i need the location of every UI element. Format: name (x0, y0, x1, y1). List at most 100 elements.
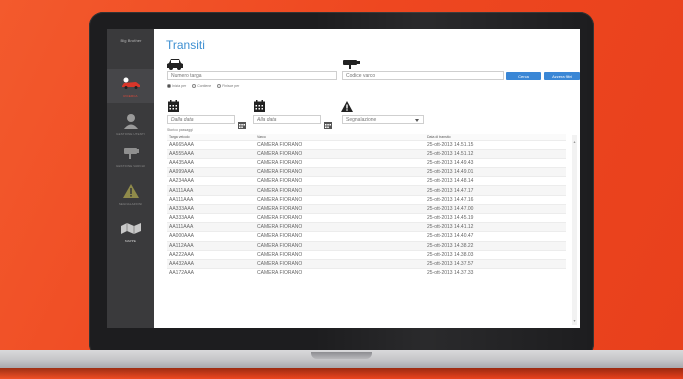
table-row[interactable]: AA111AAA CAMERA FIORANO 25-ott-2013 14.47.… (167, 185, 566, 196)
main-panel: Transiti Cerca Azzera filtri Inizia per … (154, 29, 580, 328)
laptop-shadow (0, 368, 683, 379)
plate-input[interactable] (167, 71, 337, 80)
table-row[interactable]: AA234AAA CAMERA FIORANO 25-ott-2013 14.48.… (167, 176, 566, 186)
report-select-value: Segnalazione (346, 117, 377, 123)
radio-dot (192, 84, 197, 88)
gate-cell: CAMERA FIORANO (255, 258, 425, 269)
date-cell: 25-ott-2013 14.49.43 (425, 157, 566, 168)
gate-cell: CAMERA FIORANO (255, 167, 425, 177)
table-row[interactable]: AA665AAA CAMERA FIORANO 25-ott-2013 14.51.… (167, 139, 566, 150)
plate-cell: AA222AAA (167, 249, 255, 260)
report-select[interactable]: Segnalazione (342, 115, 424, 124)
calendar-icon (168, 99, 179, 112)
radio-label: Finisce per (222, 84, 240, 88)
gate-cell: CAMERA FIORANO (255, 240, 425, 251)
plate-cell: AA333AAA (167, 212, 255, 223)
table-scrollbar[interactable]: ▴ ▾ (572, 135, 577, 325)
date-cell: 25-ott-2013 14.41.12 (425, 222, 566, 232)
date-from-picker-icon[interactable] (238, 116, 246, 129)
gate-cell: CAMERA FIORANO (255, 222, 425, 232)
date-cell: 25-ott-2013 14.47.16 (425, 194, 566, 205)
calendar-icon (254, 99, 265, 112)
gate-cell: CAMERA FIORANO (255, 185, 425, 196)
radio-dot (217, 84, 222, 88)
table-row[interactable]: AA172AAA CAMERA FIORANO 25-ott-2013 14.37.… (167, 268, 566, 278)
date-cell: 25-ott-2013 14.40.47 (425, 231, 566, 242)
table-row[interactable]: AA222AAA CAMERA FIORANO 25-ott-2013 14.38.… (167, 249, 566, 260)
reset-filters-button[interactable]: Azzera filtri (544, 72, 580, 80)
date-to-picker-icon[interactable] (324, 116, 332, 129)
gate-cell: CAMERA FIORANO (255, 139, 425, 150)
scroll-up-icon[interactable]: ▴ (572, 139, 577, 144)
laptop-notch (311, 352, 372, 359)
date-from-input[interactable] (167, 115, 235, 124)
table-row[interactable]: AA333AAA CAMERA FIORANO 25-ott-2013 14.45.… (167, 212, 566, 223)
date-cell: 25-ott-2013 14.37.57 (425, 258, 566, 269)
sidebar: Big Brother RICERCA GESTIONE UTENTI GEST… (107, 29, 154, 328)
warning-icon (341, 99, 353, 112)
sidebar-item-label: MAPPE (124, 238, 136, 243)
gate-cell: CAMERA FIORANO (255, 194, 425, 205)
radio-label: Inizia per (172, 84, 187, 88)
map-icon (120, 220, 142, 236)
table-row[interactable]: AA432AAA CAMERA FIORANO 25-ott-2013 14.37.… (167, 258, 566, 269)
car-icon (120, 75, 142, 91)
sidebar-item-label: RICERCA (123, 93, 138, 98)
gate-cell: CAMERA FIORANO (255, 231, 425, 242)
date-cell: 25-ott-2013 14.38.03 (425, 249, 566, 260)
table-row[interactable]: AA111AAA CAMERA FIORANO 25-ott-2013 14.41.… (167, 222, 566, 232)
radio-contiene[interactable]: Contiene (192, 84, 211, 88)
plate-cell: AA000AAA (167, 231, 255, 242)
laptop-base (0, 350, 683, 368)
sidebar-item-gestione-varchi[interactable]: GESTIONE VARCHI (107, 139, 154, 173)
sidebar-item-label: GESTIONE VARCHI (116, 163, 145, 168)
date-cell: 25-ott-2013 14.38.22 (425, 240, 566, 251)
radio-inizia-per[interactable]: Inizia per (167, 84, 186, 88)
plate-cell: AA999AAA (167, 167, 255, 177)
sidebar-item-label: SEGNALAZIONI (118, 201, 143, 206)
plate-cell: AA111AAA (167, 222, 255, 232)
table-row[interactable]: AA555AAA CAMERA FIORANO 25-ott-2013 14.51.… (167, 148, 566, 159)
search-button[interactable]: Cerca (506, 72, 541, 80)
date-cell: 25-ott-2013 14.49.01 (425, 167, 566, 177)
sidebar-item-ricerca[interactable]: RICERCA (107, 69, 154, 103)
plate-cell: AA435AAA (167, 157, 255, 168)
radio-finisce-per[interactable]: Finisce per (217, 84, 239, 88)
gate-cell: CAMERA FIORANO (255, 176, 425, 186)
date-cell: 25-ott-2013 14.51.15 (425, 139, 566, 150)
gate-cell: CAMERA FIORANO (255, 148, 425, 159)
table-row[interactable]: AA999AAA CAMERA FIORANO 25-ott-2013 14.49.… (167, 167, 566, 177)
scroll-down-icon[interactable]: ▾ (572, 318, 577, 323)
table-row[interactable]: AA435AAA CAMERA FIORANO 25-ott-2013 14.49.… (167, 157, 566, 168)
table-row[interactable]: AA333AAA CAMERA FIORANO 25-ott-2013 14.47.… (167, 203, 566, 214)
plate-cell: AA112AAA (167, 240, 255, 251)
transits-table: Targa veicolo Varco Data di transito AA6… (167, 134, 566, 278)
table-row[interactable]: AA111AAA CAMERA FIORANO 25-ott-2013 14.47.… (167, 194, 566, 205)
table-row[interactable]: AA000AAA CAMERA FIORANO 25-ott-2013 14.40.… (167, 231, 566, 242)
plate-cell: AA111AAA (167, 194, 255, 205)
plate-cell: AA333AAA (167, 203, 255, 214)
date-cell: 25-ott-2013 14.37.33 (425, 268, 566, 278)
sidebar-item-gestione-utenti[interactable]: GESTIONE UTENTI (107, 107, 154, 141)
screen: Big Brother RICERCA GESTIONE UTENTI GEST… (107, 29, 580, 328)
date-to-input[interactable] (253, 115, 321, 124)
brand-label: Big Brother (120, 38, 142, 43)
gate-cell: CAMERA FIORANO (255, 203, 425, 214)
gate-cell: CAMERA FIORANO (255, 249, 425, 260)
table-row[interactable]: AA112AAA CAMERA FIORANO 25-ott-2013 14.38.… (167, 240, 566, 251)
warning-icon (120, 183, 142, 199)
user-icon (120, 113, 142, 129)
scene: Big Brother RICERCA GESTIONE UTENTI GEST… (0, 0, 683, 379)
gate-cell: CAMERA FIORANO (255, 157, 425, 168)
sidebar-item-mappe[interactable]: MAPPE (107, 214, 154, 248)
history-label: Storico passaggi (167, 128, 193, 132)
camera-icon (120, 145, 142, 161)
radio-dot (167, 84, 171, 88)
match-mode-radios: Inizia per Contiene Finisce per (167, 84, 239, 88)
date-cell: 25-ott-2013 14.48.14 (425, 176, 566, 186)
table-body: AA665AAA CAMERA FIORANO 25-ott-2013 14.51.… (167, 139, 566, 278)
gate-cell: CAMERA FIORANO (255, 268, 425, 278)
sidebar-item-segnalazioni[interactable]: SEGNALAZIONI (107, 177, 154, 211)
gate-input[interactable] (342, 71, 504, 80)
page-title: Transiti (166, 38, 205, 52)
